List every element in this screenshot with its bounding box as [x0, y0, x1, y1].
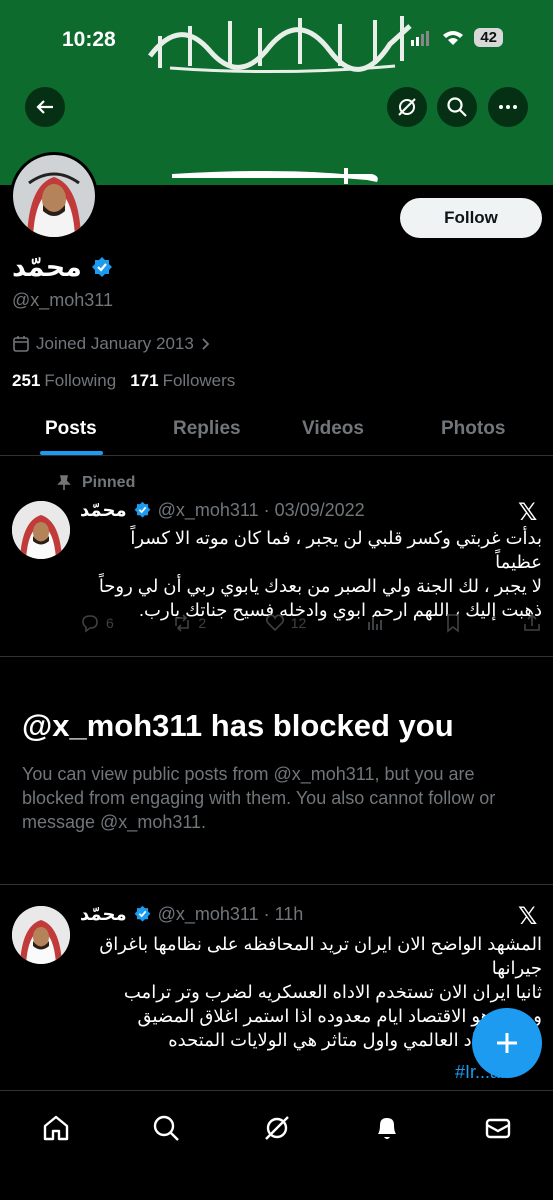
following-label: Following — [44, 371, 117, 390]
tweet-text-line: و... ه وهو الاقتصاد ايام معدوده اذا استم… — [137, 1006, 542, 1026]
profile-handle: @x_moh311 — [12, 290, 113, 310]
tab-videos[interactable]: Videos — [302, 418, 364, 440]
like-button[interactable]: 12 — [265, 613, 307, 633]
profile-tabs: Posts Replies Videos Photos — [0, 408, 553, 456]
verified-badge-icon — [134, 905, 151, 922]
bottom-navigation — [0, 1090, 553, 1200]
messages-envelope-icon[interactable] — [483, 1113, 513, 1143]
following-count: 251 — [12, 371, 41, 390]
banner-sword — [172, 168, 378, 184]
tweet-text-line: لا يجبر ، لك الجنة ولي الصبر من بعدك ياب… — [98, 576, 542, 596]
tweet-author-name[interactable]: محمّد — [80, 500, 127, 521]
pinned-tweet[interactable]: Pinned محمّد @x_moh311 · 03/09/2022 𝕏 بد… — [0, 470, 553, 656]
joined-date-row[interactable]: Joined January 2013 — [12, 334, 212, 354]
blocked-title: @x_moh311 has blocked you — [22, 708, 454, 743]
reply-button[interactable]: 6 — [80, 613, 114, 633]
grok-icon[interactable] — [262, 1113, 292, 1143]
share-icon — [524, 613, 540, 631]
tab-replies[interactable]: Replies — [173, 418, 241, 440]
profile-avatar[interactable] — [10, 152, 98, 240]
following-link[interactable]: 251 Following — [12, 371, 116, 391]
repost-icon — [175, 614, 190, 632]
tweet-text: بدأت غربتي وكسر قلبي لن يجبر ، فما كان م… — [80, 526, 542, 622]
verified-badge-icon[interactable] — [90, 256, 114, 280]
heart-icon — [265, 614, 284, 632]
tweet[interactable]: محمّد @x_moh311 · 11h 𝕏 المشهد الواضح ال… — [0, 896, 553, 1090]
more-button[interactable] — [488, 87, 528, 127]
views-icon — [367, 617, 382, 630]
joined-date: Joined January 2013 — [36, 334, 194, 353]
compose-button[interactable] — [472, 1008, 542, 1078]
battery-indicator: 42 — [474, 28, 503, 47]
search-icon[interactable] — [151, 1113, 181, 1143]
avatar-image — [13, 155, 95, 237]
status-icons: 42 — [410, 28, 503, 47]
pinned-label: Pinned — [82, 474, 136, 491]
views-button[interactable] — [365, 613, 385, 633]
status-bar: 10:28 42 — [0, 22, 553, 62]
avatar-image — [12, 501, 70, 559]
followers-count: 171 — [130, 371, 159, 390]
back-button[interactable] — [25, 87, 65, 127]
chevron-right-icon — [202, 338, 210, 350]
status-time: 10:28 — [62, 28, 116, 51]
repost-count: 2 — [198, 615, 207, 631]
tweet-actions: 6 2 12 — [80, 613, 542, 633]
tweet-avatar[interactable] — [12, 501, 70, 559]
signal-icon — [411, 30, 430, 46]
followers-label: Followers — [162, 371, 236, 390]
more-icon — [499, 105, 517, 109]
tweet-text-line: ثانيا ايران الان تستخدم الاداه العسكريه … — [123, 982, 542, 1002]
notifications-bell-icon[interactable] — [372, 1113, 402, 1143]
profile-name-row: محمّد — [12, 252, 114, 283]
plus-icon — [497, 1033, 517, 1053]
active-tab-indicator — [40, 451, 103, 455]
divider — [0, 656, 553, 657]
reply-count: 6 — [106, 615, 114, 631]
x-logo-icon[interactable]: 𝕏 — [518, 902, 537, 931]
tweet-text-line: جيرانها — [491, 958, 542, 978]
search-icon — [447, 97, 467, 117]
grok-icon — [398, 98, 416, 116]
pinned-indicator: Pinned — [56, 474, 135, 492]
reply-icon — [82, 615, 98, 633]
grok-button[interactable] — [387, 87, 427, 127]
verified-badge-icon — [134, 501, 151, 518]
tweet-header: محمّد @x_moh311 · 11h — [80, 904, 303, 925]
bookmark-button[interactable] — [443, 613, 463, 633]
tab-photos[interactable]: Photos — [441, 418, 505, 440]
tweet-avatar[interactable] — [12, 906, 70, 964]
tweet-handle-time: @x_moh311 · 11h — [157, 904, 304, 924]
repost-button[interactable]: 2 — [172, 613, 206, 633]
bookmark-icon — [447, 614, 460, 633]
tweet-handle-date: @x_moh311 · 03/09/2022 — [157, 500, 365, 520]
tab-posts[interactable]: Posts — [45, 418, 97, 440]
avatar-image — [12, 906, 70, 964]
wifi-icon — [443, 30, 464, 45]
follow-counts: 251 Following 171 Followers — [12, 371, 235, 391]
tweet-author-name[interactable]: محمّد — [80, 904, 127, 925]
calendar-icon — [13, 336, 29, 352]
tweet-text-line: بدأت غربتي وكسر قلبي لن يجبر ، فما كان م… — [130, 528, 542, 572]
blocked-description: You can view public posts from @x_moh311… — [22, 764, 496, 832]
profile-display-name: محمّد — [12, 252, 82, 282]
home-icon[interactable] — [41, 1113, 71, 1143]
like-count: 12 — [290, 615, 307, 631]
pin-icon — [57, 475, 71, 490]
search-button[interactable] — [437, 87, 477, 127]
share-button[interactable] — [522, 613, 542, 633]
arrow-left-icon — [36, 100, 53, 114]
followers-link[interactable]: 171 Followers — [130, 371, 235, 391]
tweet-header: محمّد @x_moh311 · 03/09/2022 — [80, 500, 365, 521]
x-logo-icon[interactable]: 𝕏 — [518, 498, 537, 527]
tweet-text-line: المشهد الواضح الان ايران تريد المحافظه ع… — [99, 934, 542, 954]
follow-button[interactable]: Follow — [400, 198, 542, 238]
divider — [0, 884, 553, 885]
